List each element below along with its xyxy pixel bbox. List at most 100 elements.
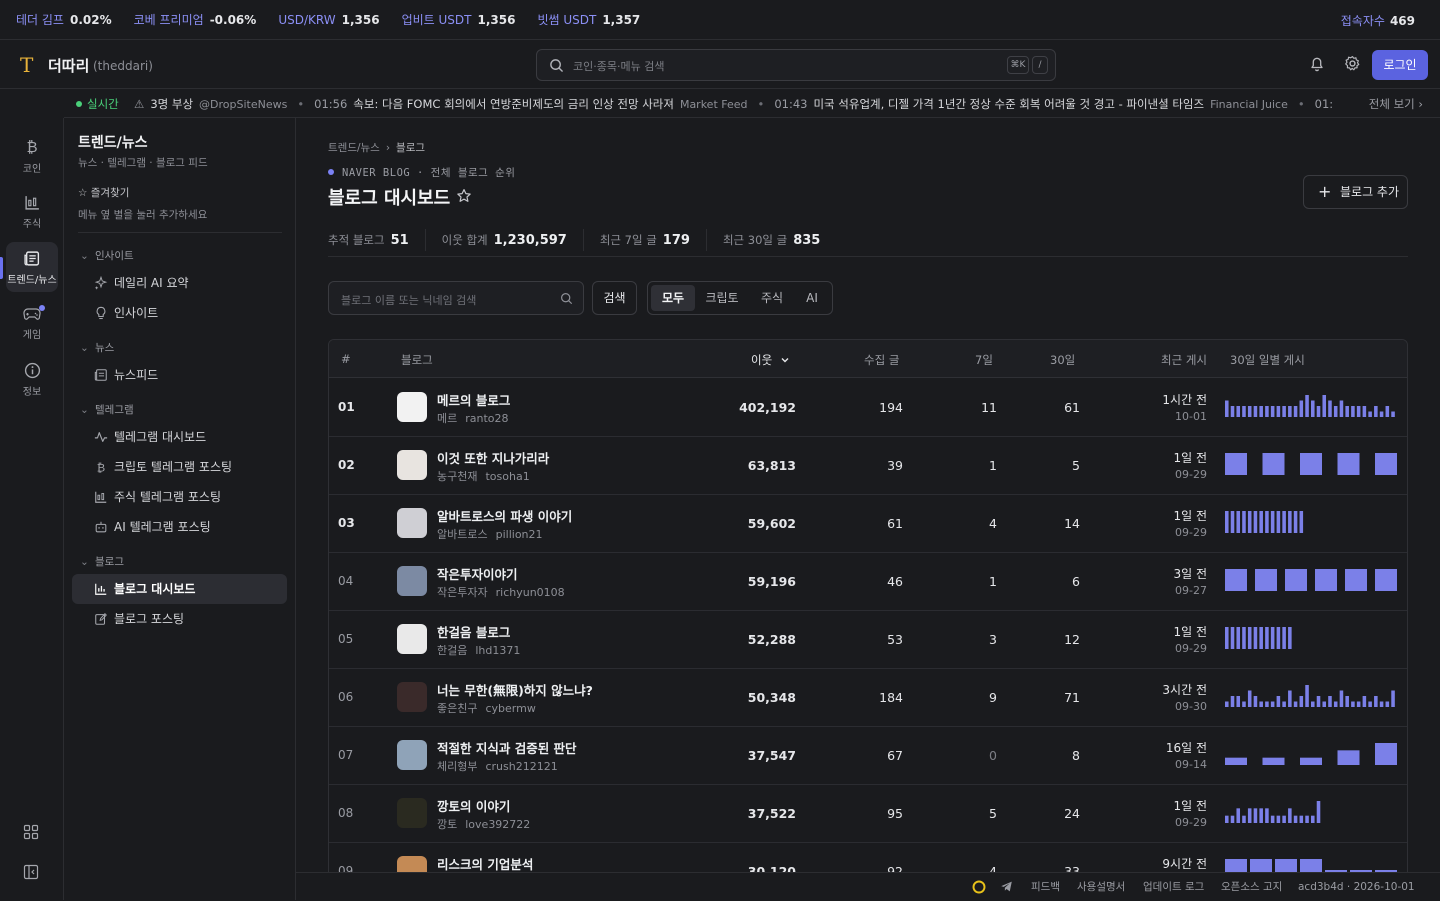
posts-count: 67 <box>887 748 903 763</box>
ticker-item[interactable]: 업비트 USDT 1,356 <box>402 11 516 28</box>
collapse-sidebar-icon[interactable] <box>23 864 39 880</box>
news-item[interactable]: 01:56 속보: 다음 FOMC 회의에서 연방준비제도의 금리 인상 전망 사… <box>314 97 747 111</box>
rail-item-coin[interactable]: ₿ 코인 <box>6 130 58 180</box>
col-neighbors[interactable]: 이웃 <box>751 352 790 368</box>
group-blog[interactable]: ⌄ 블로그 <box>80 554 124 569</box>
sidebar-item-stock-telegram[interactable]: 주식 텔레그램 포스팅 <box>72 482 287 512</box>
group-insight[interactable]: ⌄ 인사이트 <box>80 248 134 263</box>
grid-icon[interactable] <box>23 824 39 840</box>
blog-name[interactable]: 적절한 지식과 검증된 판단 <box>437 738 577 757</box>
sidebar-item-label: 주식 텔레그램 포스팅 <box>114 490 221 504</box>
news-item[interactable]: ⚠ 3명 부상 @DropSiteNews <box>134 97 287 111</box>
sidebar-item-blog-dashboard[interactable]: 블로그 대시보드 <box>72 574 287 604</box>
table-row[interactable]: 04 작은투자이야기 작은투자자 richyun0108 59,196 46 1 6 3일 전 0… <box>329 553 1407 611</box>
rail-item-game[interactable]: 게임 <box>6 298 58 348</box>
add-blog-label: 블로그 추가 <box>1340 185 1400 199</box>
sidebar-item-telegram-dashboard[interactable]: 텔레그램 대시보드 <box>72 422 287 452</box>
news-item[interactable]: 01:43 미국 석유업계, 디젤 가격 1년간 정상 수준 회복 어려울 것 경… <box>774 97 1288 111</box>
sidebar-item-label: 데일리 AI 요약 <box>114 276 189 290</box>
sidebar-item-crypto-telegram[interactable]: ₿ 크립토 텔레그램 포스팅 <box>72 452 287 482</box>
blog-avatar[interactable] <box>397 740 427 770</box>
rail-item-info[interactable]: 정보 <box>6 354 58 404</box>
ticker-item[interactable]: USD/KRW 1,356 <box>278 13 379 27</box>
filter-crypto[interactable]: 크립토 <box>697 285 747 311</box>
rank-number: 02 <box>338 458 355 472</box>
col-recent[interactable]: 최근 게시 <box>1161 352 1207 368</box>
logo-icon[interactable]: T <box>20 53 33 77</box>
table-row[interactable]: 09 리스크의 기업분석 30,120 92 4 33 9시간 전 <box>329 843 1407 872</box>
sidebar-item-daily-ai[interactable]: 데일리 AI 요약 <box>72 268 287 298</box>
add-blog-button[interactable]: + 블로그 추가 <box>1303 175 1408 209</box>
ticker-item[interactable]: 빗썸 USDT 1,357 <box>537 11 640 28</box>
blog-avatar[interactable] <box>397 856 427 872</box>
col-blog[interactable]: 블로그 <box>401 352 433 368</box>
table-row[interactable]: 05 한걸음 블로그 한걸음 lhd1371 52,288 53 3 12 1일 전 09-29 <box>329 611 1407 669</box>
footer-link-changelog[interactable]: 업데이트 로그 <box>1143 873 1204 901</box>
telegram-icon[interactable] <box>1000 880 1013 893</box>
sidebar-item-ai-telegram[interactable]: AI 텔레그램 포스팅 <box>72 512 287 542</box>
rank-number: 07 <box>338 748 354 762</box>
stat-label: 추적 블로그 <box>328 233 385 247</box>
table-row[interactable]: 06 너는 무한(無限)하지 않느냐? 좋은친구 cybermw 50,348 184 9 7… <box>329 669 1407 727</box>
blog-ranking-table: # 블로그 이웃 수집 글 7일 30일 최근 게시 30일 일별 게시 01 메… <box>328 339 1408 872</box>
blog-avatar[interactable] <box>397 798 427 828</box>
blog-name[interactable]: 메르의 블로그 <box>437 390 510 409</box>
blog-name[interactable]: 이것 또한 지나가리라 <box>437 448 549 467</box>
table-row[interactable]: 03 알바트로스의 파생 이야기 알바트로스 pillion21 59,602 61 4 14… <box>329 495 1407 553</box>
blog-avatar[interactable] <box>397 450 427 480</box>
blog-avatar[interactable] <box>397 624 427 654</box>
blog-name[interactable]: 작은투자이야기 <box>437 564 518 583</box>
breadcrumb-item[interactable]: 트렌드/뉴스 <box>328 142 380 154</box>
blog-avatar[interactable] <box>397 392 427 422</box>
spark-bar <box>1262 453 1285 475</box>
ticker-item[interactable]: 테더 김프 0.02% <box>16 11 112 28</box>
col-posts[interactable]: 수집 글 <box>864 352 899 368</box>
rail-item-trends[interactable]: 트렌드/뉴스 <box>6 242 58 292</box>
blog-search-button[interactable]: 검색 <box>592 281 637 315</box>
blog-search-input[interactable]: 블로그 이름 또는 닉네임 검색 <box>328 281 584 315</box>
blog-name[interactable]: 알바트로스의 파생 이야기 <box>437 506 572 525</box>
spark-bar <box>1351 406 1355 417</box>
login-button[interactable]: 로그인 <box>1372 50 1428 80</box>
news-item[interactable]: 01: <box>1315 97 1340 111</box>
gear-icon[interactable] <box>1344 55 1361 72</box>
blog-name[interactable]: 깡토의 이야기 <box>437 796 510 815</box>
blog-avatar[interactable] <box>397 508 427 538</box>
footer-link-manual[interactable]: 사용설명서 <box>1077 873 1125 901</box>
blog-avatar[interactable] <box>397 566 427 596</box>
chat-icon[interactable] <box>972 880 986 894</box>
bell-icon[interactable] <box>1309 55 1325 72</box>
news-more-link[interactable]: 전체 보기 › <box>1338 90 1440 117</box>
filter-all[interactable]: 모두 <box>651 285 695 311</box>
favorite-star-icon[interactable] <box>456 188 472 204</box>
table-row[interactable]: 08 깡토의 이야기 깡토 love392722 37,522 95 5 24 1일 전 09-2… <box>329 785 1407 843</box>
filter-stock[interactable]: 주식 <box>748 285 796 311</box>
posts-7d: 1 <box>989 458 997 473</box>
table-row[interactable]: 01 메르의 블로그 메르 ranto28 402,192 194 11 61 1시간 전 10-… <box>329 379 1407 437</box>
page-eyebrow: NAVER BLOG · 전체 블로그 순위 <box>328 165 515 180</box>
filter-ai[interactable]: AI <box>796 285 828 311</box>
sidebar-item-insight[interactable]: 인사이트 <box>72 298 287 328</box>
app-name[interactable]: 더따리 <box>48 55 89 76</box>
rail-item-stock[interactable]: 주식 <box>6 186 58 236</box>
posts-30d: 14 <box>1064 516 1080 531</box>
sidebar-item-newsfeed[interactable]: 뉴스피드 <box>72 360 287 390</box>
group-news[interactable]: ⌄ 뉴스 <box>80 340 114 355</box>
table-row[interactable]: 02 이것 또한 지나가리라 농구천재 tosoha1 63,813 39 1 5 1일 전 09… <box>329 437 1407 495</box>
blog-name[interactable]: 리스크의 기업분석 <box>437 854 533 872</box>
table-row[interactable]: 07 적절한 지식과 검증된 판단 체리형부 crush212121 37,547 67 0… <box>329 727 1407 785</box>
sidebar-item-blog-posting[interactable]: 블로그 포스팅 <box>72 604 287 634</box>
col-7d[interactable]: 7일 <box>975 352 993 368</box>
blog-avatar[interactable] <box>397 682 427 712</box>
group-telegram[interactable]: ⌄ 텔레그램 <box>80 402 134 417</box>
ticker-item[interactable]: 코베 프리미엄 -0.06% <box>134 11 257 28</box>
col-30d[interactable]: 30일 <box>1050 352 1075 368</box>
footer-link-oss[interactable]: 오픈소스 고지 <box>1221 873 1282 901</box>
blog-name[interactable]: 한걸음 블로그 <box>437 622 510 641</box>
footer-link-feedback[interactable]: 피드백 <box>1031 873 1060 901</box>
col-rank[interactable]: # <box>341 352 351 366</box>
spark-bar <box>1299 696 1304 707</box>
global-search[interactable]: 코인·종목·메뉴 검색 ⌘K / <box>536 49 1056 81</box>
blog-name[interactable]: 너는 무한(無限)하지 않느냐? <box>437 680 593 699</box>
news-text: 미국 석유업계, 디젤 가격 1년간 정상 수준 회복 어려울 것 경고 - 파… <box>813 97 1205 111</box>
